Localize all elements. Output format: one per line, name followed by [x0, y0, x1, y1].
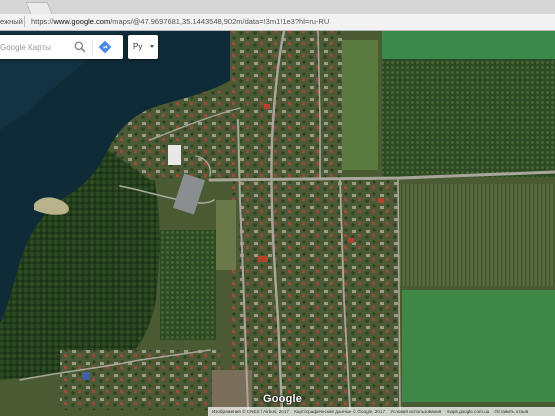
field-southeast — [402, 290, 555, 402]
magnifier-icon[interactable] — [73, 40, 87, 54]
village-orchards — [160, 230, 216, 340]
search-input[interactable] — [0, 41, 70, 54]
field-strip — [342, 40, 378, 170]
browser-tab-strip — [0, 0, 555, 14]
url-prefix: https:// — [31, 17, 54, 26]
url-text[interactable]: https://www.google.com/maps/@47.9697681,… — [31, 17, 329, 26]
language-selector[interactable]: Ру — [128, 35, 158, 59]
village-east — [342, 180, 400, 411]
tab-left-label: ежный — [0, 17, 23, 26]
satellite-map[interactable] — [0, 31, 555, 416]
search-box — [0, 35, 123, 59]
orchard-east — [400, 184, 555, 286]
terms-link[interactable]: Условия использования — [390, 409, 441, 414]
red-roof-2 — [264, 104, 270, 109]
field-top-light — [382, 31, 555, 59]
feedback-link[interactable]: Оставить отзыв — [495, 409, 529, 414]
directions-icon[interactable] — [98, 40, 112, 54]
address-bar-divider — [24, 16, 25, 27]
google-logo: Google — [263, 393, 303, 405]
building-white-roof — [168, 145, 181, 165]
red-roof-4 — [348, 238, 354, 243]
blue-roof — [82, 372, 90, 380]
orchard-northeast — [382, 59, 555, 177]
search-divider — [92, 39, 93, 55]
url-path: /maps/@47.9697681,35.1443548,902m/data=!… — [110, 17, 330, 26]
chevron-down-icon — [150, 45, 154, 48]
new-tab-button[interactable] — [25, 2, 53, 14]
imagery-credit: Изображения © CNES / Airbus, 2017 — [212, 409, 289, 414]
red-roof-3 — [378, 198, 384, 203]
url-host: www.google.com — [53, 17, 111, 26]
red-roof-1 — [258, 256, 268, 262]
language-label: Ру — [133, 42, 143, 51]
attribution-bar: Изображения © CNES / Airbus, 2017 Картог… — [208, 407, 555, 416]
map-data-credit: Картографические данные © Google, 2017 — [294, 409, 385, 414]
field-strip-2 — [216, 200, 236, 270]
domain-link[interactable]: maps.google.com.ua — [447, 409, 490, 414]
address-bar[interactable]: ежный https://www.google.com/maps/@47.96… — [0, 14, 555, 31]
